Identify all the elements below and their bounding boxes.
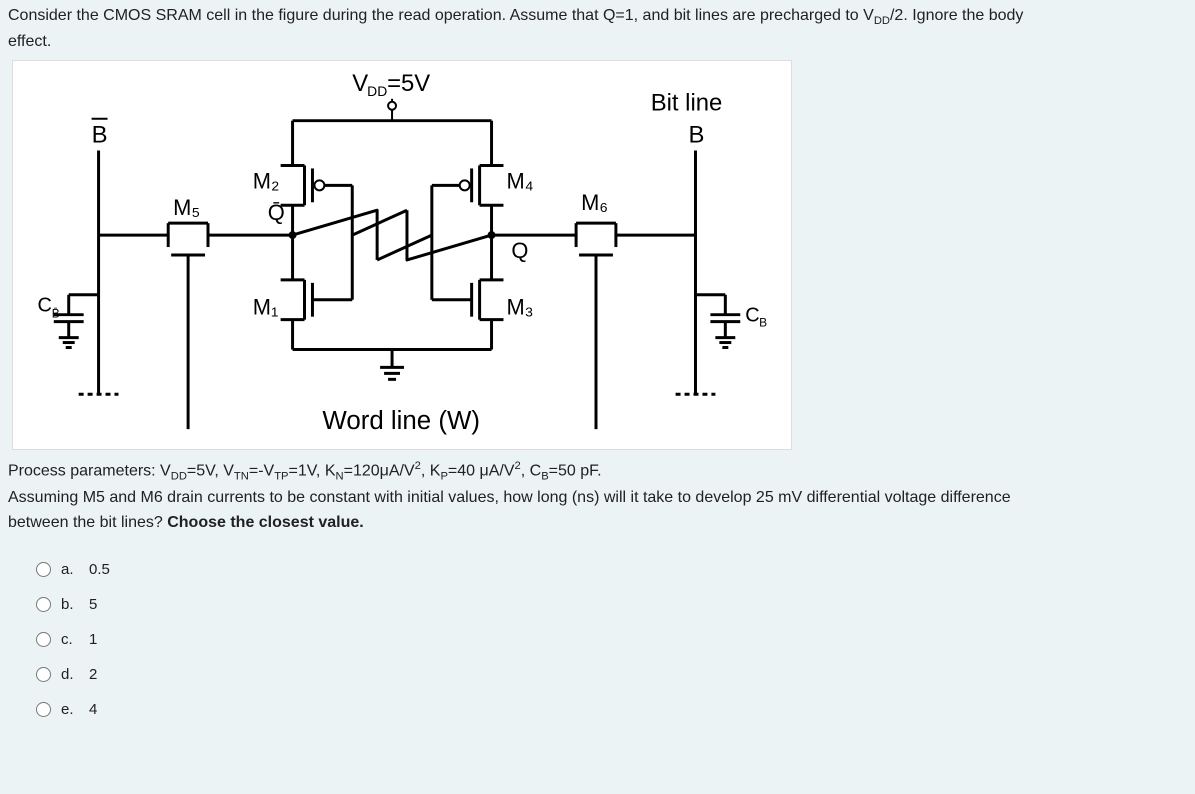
circuit-figure: V DD =5V M₂ M₄ M₁: [12, 60, 792, 450]
p1c: =-V: [249, 462, 274, 479]
p1i: =50 pF.: [549, 462, 602, 479]
p1d: =1V, K: [288, 462, 335, 479]
vdd-eq: =5V: [387, 70, 430, 97]
bitline-label: Bit line: [651, 90, 723, 117]
p1b: =5V, V: [187, 462, 234, 479]
option-a-text: 0.5: [89, 561, 110, 578]
p1e: =120μA/V: [344, 462, 415, 479]
p1s6: B: [541, 471, 548, 483]
q-line1b: /2. Ignore the body: [890, 7, 1023, 24]
p1s3: TP: [274, 471, 288, 483]
p1s5: P: [440, 471, 447, 483]
option-d-text: 2: [89, 666, 97, 683]
q-sub-dd: DD: [874, 15, 890, 27]
option-a[interactable]: a. 0.5: [36, 561, 1187, 578]
option-b-letter: b.: [61, 596, 79, 613]
option-e-text: 4: [89, 701, 97, 718]
cbbar-label: C: [37, 295, 51, 317]
question-text: Consider the CMOS SRAM cell in the figur…: [8, 4, 1187, 54]
m1-label: M₁: [253, 295, 279, 320]
option-c-letter: c.: [61, 631, 79, 648]
m6-label: M₆: [581, 190, 608, 215]
bbar-label: B: [92, 122, 108, 149]
m3-label: M₃: [506, 295, 533, 320]
radio-c[interactable]: [36, 632, 51, 647]
p2: Assuming M5 and M6 drain currents to be …: [8, 489, 1011, 506]
p1s1: DD: [171, 471, 187, 483]
m5-label: M₅: [173, 195, 200, 220]
q-line1a: Consider the CMOS SRAM cell in the figur…: [8, 7, 874, 24]
m2-label: M₂: [253, 168, 280, 193]
q-label: Q: [511, 238, 528, 263]
wordline-label: Word line (W): [322, 407, 480, 435]
option-d-letter: d.: [61, 666, 79, 683]
p1s4: N: [336, 471, 344, 483]
process-parameters: Process parameters: VDD=5V, VTN=-VTP=1V,…: [8, 458, 1187, 535]
p1f: , K: [421, 462, 441, 479]
option-b-text: 5: [89, 596, 97, 613]
radio-d[interactable]: [36, 667, 51, 682]
radio-a[interactable]: [36, 562, 51, 577]
cbbar-sub: B̄: [52, 307, 60, 321]
option-b[interactable]: b. 5: [36, 596, 1187, 613]
p3a: between the bit lines?: [8, 514, 167, 531]
option-e-letter: e.: [61, 701, 79, 718]
option-c-text: 1: [89, 631, 97, 648]
radio-e[interactable]: [36, 702, 51, 717]
p1g: =40 μA/V: [448, 462, 515, 479]
option-e[interactable]: e. 4: [36, 701, 1187, 718]
option-a-letter: a.: [61, 561, 79, 578]
circuit-svg: V DD =5V M₂ M₄ M₁: [13, 61, 791, 449]
qbar-label: Q̄: [268, 200, 285, 225]
p1h: , C: [521, 462, 541, 479]
vdd-sub: DD: [367, 83, 387, 99]
answer-options: a. 0.5 b. 5 c. 1 d. 2 e. 4: [36, 561, 1187, 718]
q-line2: effect.: [8, 33, 51, 50]
cb-label: C: [745, 305, 759, 327]
option-c[interactable]: c. 1: [36, 631, 1187, 648]
radio-b[interactable]: [36, 597, 51, 612]
cb-sub: B: [759, 316, 767, 330]
vdd-label: V: [352, 70, 368, 97]
m4-label: M₄: [506, 168, 533, 193]
p3b: Choose the closest value.: [167, 514, 364, 531]
option-d[interactable]: d. 2: [36, 666, 1187, 683]
p1s2: TN: [234, 471, 249, 483]
b-label: B: [689, 122, 705, 149]
p1a: Process parameters: V: [8, 462, 171, 479]
